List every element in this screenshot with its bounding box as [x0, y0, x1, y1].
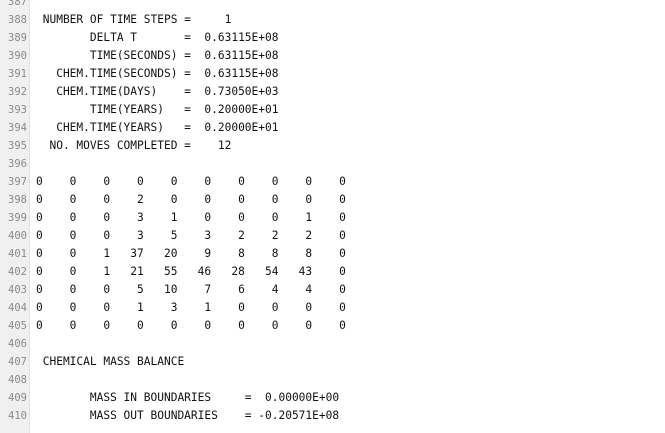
line-text[interactable]: MASS IN BOUNDARIES = 0.00000E+00: [36, 389, 339, 407]
editor-line[interactable]: 407 CHEMICAL MASS BALANCE: [0, 353, 665, 371]
line-text[interactable]: CHEM.TIME(DAYS) = 0.73050E+03: [36, 83, 278, 101]
line-text[interactable]: 0 0 0 0 0 0 0 0 0 0: [36, 173, 346, 191]
editor-line[interactable]: 410 MASS OUT BOUNDARIES = -0.20571E+08: [0, 407, 665, 425]
line-number: 402: [8, 266, 27, 278]
line-number: 410: [8, 410, 27, 422]
line-text[interactable]: 0 0 0 2 0 0 0 0 0 0: [36, 191, 346, 209]
line-number: 394: [8, 122, 27, 134]
line-number: 399: [8, 212, 27, 224]
line-number: 404: [8, 302, 27, 314]
editor-line[interactable]: 400 0 0 0 3 5 3 2 2 2 0: [0, 227, 665, 245]
editor-line[interactable]: 409 MASS IN BOUNDARIES = 0.00000E+00: [0, 389, 665, 407]
editor-line[interactable]: 394 CHEM.TIME(YEARS) = 0.20000E+01: [0, 119, 665, 137]
line-number: 391: [8, 68, 27, 80]
editor-line[interactable]: 403 0 0 0 5 10 7 6 4 4 0: [0, 281, 665, 299]
line-text[interactable]: CHEM.TIME(YEARS) = 0.20000E+01: [36, 119, 278, 137]
line-number: 398: [8, 194, 27, 206]
line-number: 393: [8, 104, 27, 116]
line-text[interactable]: MASS OUT BOUNDARIES = -0.20571E+08: [36, 407, 339, 425]
line-number: 395: [8, 140, 27, 152]
line-number: 406: [8, 338, 27, 350]
line-number: 390: [8, 50, 27, 62]
editor-line[interactable]: 401 0 0 1 37 20 9 8 8 8 0: [0, 245, 665, 263]
line-text[interactable]: 0 0 0 3 1 0 0 0 1 0: [36, 209, 346, 227]
line-text[interactable]: 0 0 0 5 10 7 6 4 4 0: [36, 281, 346, 299]
line-text[interactable]: TIME(SECONDS) = 0.63115E+08: [36, 47, 279, 65]
editor-line[interactable]: 402 0 0 1 21 55 46 28 54 43 0: [0, 263, 665, 281]
editor-line[interactable]: 391 CHEM.TIME(SECONDS) = 0.63115E+08: [0, 65, 665, 83]
editor-line[interactable]: 389 DELTA T = 0.63115E+08: [0, 29, 665, 47]
line-text[interactable]: 0 0 0 3 5 3 2 2 2 0: [36, 227, 346, 245]
line-text[interactable]: NO. MOVES COMPLETED = 12: [36, 137, 231, 155]
line-number: 409: [8, 392, 27, 404]
line-number: 392: [8, 86, 27, 98]
line-number: 400: [8, 230, 27, 242]
editor-line[interactable]: 388 NUMBER OF TIME STEPS = 1: [0, 11, 665, 29]
line-text[interactable]: CHEM.TIME(SECONDS) = 0.63115E+08: [36, 65, 278, 83]
line-number: 389: [8, 32, 27, 44]
line-number: 401: [8, 248, 27, 260]
editor-line[interactable]: 390 TIME(SECONDS) = 0.63115E+08: [0, 47, 665, 65]
editor-line[interactable]: 399 0 0 0 3 1 0 0 0 1 0: [0, 209, 665, 227]
line-number: 396: [8, 158, 27, 170]
editor-line[interactable]: 406: [0, 335, 665, 353]
line-number: 407: [8, 356, 27, 368]
line-number: 388: [8, 14, 27, 26]
line-text[interactable]: 0 0 0 0 0 0 0 0 0 0: [36, 317, 346, 335]
line-number: 397: [8, 176, 27, 188]
editor-line[interactable]: 387: [0, 0, 665, 11]
line-text[interactable]: CHEMICAL MASS BALANCE: [36, 353, 184, 371]
line-number: 403: [8, 284, 27, 296]
line-text[interactable]: 0 0 0 1 3 1 0 0 0 0: [36, 299, 346, 317]
editor-line[interactable]: 396: [0, 155, 665, 173]
text-editor[interactable]: 387 388 NUMBER OF TIME STEPS = 1 389 DEL…: [0, 0, 665, 433]
line-text[interactable]: DELTA T = 0.63115E+08: [36, 29, 279, 47]
line-text[interactable]: 0 0 1 21 55 46 28 54 43 0: [36, 263, 346, 281]
line-number: 408: [8, 374, 27, 386]
editor-line[interactable]: 393 TIME(YEARS) = 0.20000E+01: [0, 101, 665, 119]
editor-line[interactable]: 392 CHEM.TIME(DAYS) = 0.73050E+03: [0, 83, 665, 101]
editor-line[interactable]: 404 0 0 0 1 3 1 0 0 0 0: [0, 299, 665, 317]
editor-line[interactable]: 405 0 0 0 0 0 0 0 0 0 0: [0, 317, 665, 335]
line-number: 387: [8, 0, 27, 8]
editor-line[interactable]: 395 NO. MOVES COMPLETED = 12: [0, 137, 665, 155]
line-number: 405: [8, 320, 27, 332]
editor-line[interactable]: 408: [0, 371, 665, 389]
line-text[interactable]: 0 0 1 37 20 9 8 8 8 0: [36, 245, 346, 263]
line-text[interactable]: TIME(YEARS) = 0.20000E+01: [36, 101, 279, 119]
editor-line[interactable]: 397 0 0 0 0 0 0 0 0 0 0: [0, 173, 665, 191]
editor-line[interactable]: 398 0 0 0 2 0 0 0 0 0 0: [0, 191, 665, 209]
line-text[interactable]: NUMBER OF TIME STEPS = 1: [36, 11, 232, 29]
